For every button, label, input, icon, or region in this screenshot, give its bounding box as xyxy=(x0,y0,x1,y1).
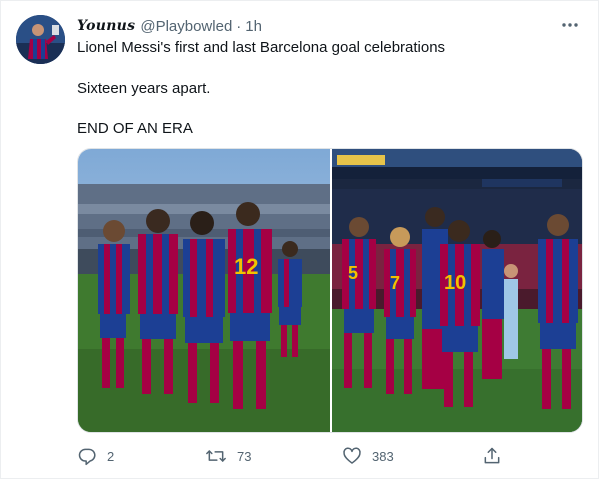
avatar[interactable] xyxy=(16,15,65,64)
avatar-image xyxy=(16,15,65,64)
more-options-button[interactable] xyxy=(560,17,580,33)
separator-dot: · xyxy=(236,17,242,35)
reply-button[interactable]: 2 xyxy=(77,445,114,467)
more-horizontal-icon xyxy=(562,23,578,27)
photo-last-goal[interactable]: 5 7 10 xyxy=(332,149,582,432)
retweet-count: 73 xyxy=(237,448,252,464)
user-handle[interactable]: @Playbowled xyxy=(140,18,232,35)
retweet-icon xyxy=(206,450,226,462)
photo-first-goal[interactable]: 12 xyxy=(78,149,330,432)
like-count: 383 xyxy=(372,448,394,464)
display-name[interactable]: Younus xyxy=(77,18,135,34)
photo-last-goal-celebration: 5 7 10 xyxy=(332,149,582,432)
like-button[interactable]: 383 xyxy=(342,445,394,467)
tweet-text-line-3: END OF AN ERA xyxy=(77,120,193,137)
heart-icon xyxy=(343,447,361,464)
svg-text:5: 5 xyxy=(348,263,358,283)
svg-text:12: 12 xyxy=(234,254,258,279)
share-button[interactable] xyxy=(482,445,502,467)
tweet-text-line-1: Lionel Messi's first and last Barcelona … xyxy=(77,39,446,56)
tweet-card[interactable]: Younus @Playbowled · 1h Lionel Messi's f… xyxy=(0,0,599,479)
timestamp[interactable]: 1h xyxy=(245,18,262,35)
media-grid: 12 5 7 10 xyxy=(77,148,583,433)
retweet-button[interactable]: 73 xyxy=(205,445,251,467)
photo-first-goal-celebration: 12 xyxy=(78,149,330,432)
tweet-actions: 2 73 383 xyxy=(77,445,583,467)
svg-text:7: 7 xyxy=(390,273,400,293)
reply-icon xyxy=(78,448,96,466)
share-icon xyxy=(484,447,500,464)
tweet-text-line-2: Sixteen years apart. xyxy=(77,80,211,97)
reply-count: 2 xyxy=(107,448,115,464)
tweet-header: Younus @Playbowled · 1h xyxy=(77,15,262,37)
svg-text:10: 10 xyxy=(444,272,466,294)
